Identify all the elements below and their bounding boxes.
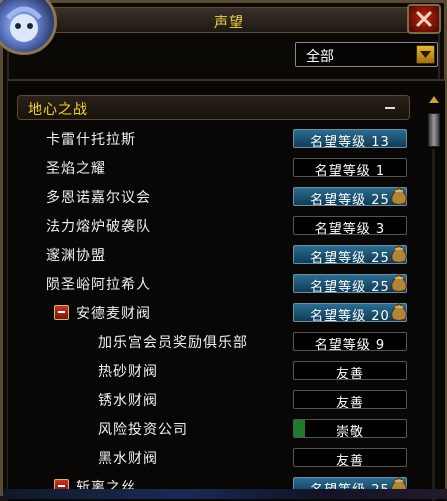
- collapse-icon[interactable]: [54, 305, 69, 320]
- faction-name: 风险投资公司: [98, 422, 188, 438]
- faction-name: 加乐宫会员奖励俱乐部: [98, 335, 248, 351]
- standing-bar: 名望等级 9: [293, 332, 407, 351]
- faction-name: 邃渊协盟: [46, 248, 106, 264]
- reward-bag-icon[interactable]: [390, 242, 408, 264]
- standing-label: 名望等级 13: [310, 135, 390, 148]
- reputation-window: 声望 全部 地心之战 卡雷什托拉斯 名望等级 13 圣焰之耀 名望等级 1 多恩诺嘉尔议…: [0, 0, 447, 501]
- faction-row[interactable]: 黑水财阀 友善: [8, 445, 428, 471]
- standing-bar: 名望等级 13: [293, 129, 407, 148]
- standing-bar: 名望等级 3: [293, 216, 407, 235]
- faction-row[interactable]: 风险投资公司 崇敬: [8, 416, 428, 442]
- reward-bag-icon[interactable]: [390, 271, 408, 293]
- faction-name: 热砂财阀: [98, 364, 158, 380]
- title-bar[interactable]: 声望: [43, 7, 415, 33]
- faction-row[interactable]: 多恩诺嘉尔议会 名望等级 25: [8, 184, 428, 210]
- standing-bar: 友善: [293, 361, 407, 380]
- faction-row[interactable]: 热砂财阀 友善: [8, 358, 428, 384]
- faction-row[interactable]: 圣焰之耀 名望等级 1: [8, 155, 428, 181]
- faction-row[interactable]: 安德麦财阀 名望等级 20: [8, 300, 428, 326]
- filter-dropdown[interactable]: 全部: [295, 42, 438, 67]
- filter-selected: 全部: [306, 49, 334, 65]
- standing-label: 名望等级 3: [314, 222, 386, 235]
- faction-name: 法力熔炉破袭队: [46, 219, 151, 235]
- faction-row[interactable]: 卡雷什托拉斯 名望等级 13: [8, 126, 428, 152]
- collapse-icon[interactable]: [385, 107, 395, 109]
- faction-name: 锈水财阀: [98, 393, 158, 409]
- scroll-thumb[interactable]: [428, 113, 440, 147]
- faction-list: 地心之战 卡雷什托拉斯 名望等级 13 圣焰之耀 名望等级 1 多恩诺嘉尔议会 名望等级 …: [8, 79, 445, 501]
- close-button[interactable]: [407, 4, 441, 34]
- scroll-track[interactable]: [432, 149, 435, 501]
- standing-label: 友善: [335, 396, 364, 409]
- standing-label: 友善: [335, 367, 364, 380]
- faction-name: 多恩诺嘉尔议会: [46, 190, 151, 206]
- standing-bar: 崇敬: [293, 419, 407, 438]
- scroll-up-icon[interactable]: [427, 93, 441, 107]
- portrait-art: [6, 6, 42, 42]
- chevron-down-icon[interactable]: [416, 45, 435, 64]
- reward-bag-icon[interactable]: [390, 300, 408, 322]
- faction-row[interactable]: 法力熔炉破袭队 名望等级 3: [8, 213, 428, 239]
- standing-label: 名望等级 1: [314, 164, 386, 177]
- standing-bar: 名望等级 1: [293, 158, 407, 177]
- standing-bar: 友善: [293, 448, 407, 467]
- close-x-icon: [416, 11, 432, 27]
- faction-row[interactable]: 邃渊协盟 名望等级 25: [8, 242, 428, 268]
- faction-name: 卡雷什托拉斯: [46, 132, 136, 148]
- category-label: 地心之战: [28, 102, 88, 118]
- standing-bar: 友善: [293, 390, 407, 409]
- category-header[interactable]: 地心之战: [17, 95, 410, 120]
- faction-name: 圣焰之耀: [46, 161, 106, 177]
- standing-label: 崇敬: [335, 425, 364, 438]
- standing-label: 名望等级 9: [314, 338, 386, 351]
- faction-name: 安德麦财阀: [76, 306, 151, 322]
- faction-row[interactable]: 加乐宫会员奖励俱乐部 名望等级 9: [8, 329, 428, 355]
- standing-label: 友善: [335, 454, 364, 467]
- faction-name: 陨圣峪阿拉希人: [46, 277, 151, 293]
- faction-row[interactable]: 陨圣峪阿拉希人 名望等级 25: [8, 271, 428, 297]
- scrollbar[interactable]: [427, 93, 441, 501]
- faction-row[interactable]: 锈水财阀 友善: [8, 387, 428, 413]
- reward-bag-icon[interactable]: [390, 184, 408, 206]
- bottom-decoration: [3, 489, 447, 499]
- window-title: 声望: [214, 15, 244, 31]
- faction-name: 黑水财阀: [98, 451, 158, 467]
